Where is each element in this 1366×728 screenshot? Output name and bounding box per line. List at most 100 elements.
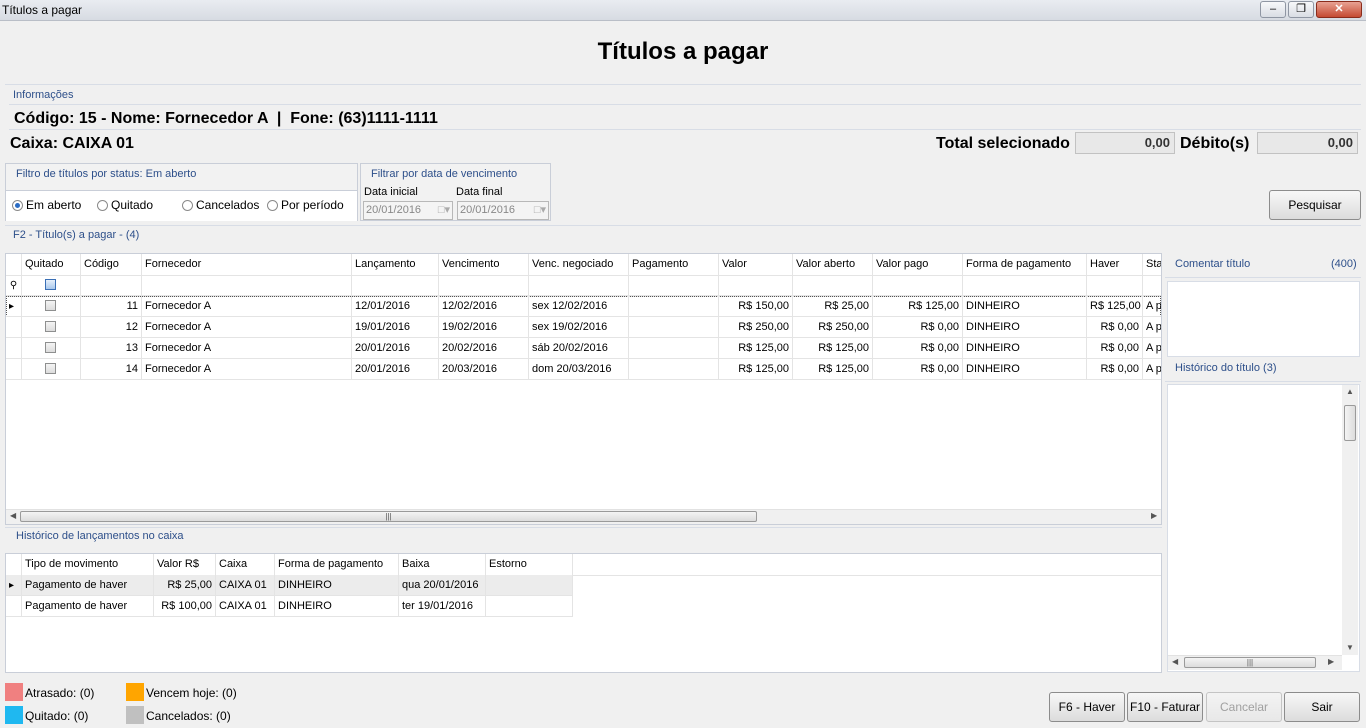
history-horizontal-scrollbar[interactable]: ◀ ||| ▶ [1168,655,1342,670]
radio-quitado[interactable]: Quitado [97,197,153,213]
radio-por-periodo[interactable]: Por período [267,197,344,213]
col-status[interactable]: Sta [1143,254,1161,275]
filter-fornecedor-cell[interactable] [142,275,352,296]
col-valor-pago[interactable]: Valor pago [873,254,963,275]
close-button[interactable]: ✕ [1316,1,1362,18]
scroll-up-icon[interactable]: ▲ [1346,387,1354,396]
minimize-icon: – [1269,3,1277,15]
tipo-movimento-cell: Pagamento de haver [22,596,154,617]
col-valor-rs[interactable]: Valor R$ [154,554,216,575]
pagamento-cell [629,359,719,380]
haver-button[interactable]: F6 - Haver [1049,692,1125,722]
scroll-left-icon[interactable]: ◀ [1172,657,1178,666]
col-quitado[interactable]: Quitado [22,254,81,275]
history-vertical-scrollbar[interactable]: ▲ ▼ [1342,385,1358,655]
filter-status-cell[interactable] [1143,275,1161,296]
scroll-thumb[interactable]: ||| [1184,657,1316,668]
lancamento-cell: 19/01/2016 [352,317,439,338]
col-caixa[interactable]: Caixa [216,554,275,575]
quitado-checkbox[interactable] [45,363,56,374]
cancelled-color-swatch [126,706,144,724]
filter-checkbox[interactable] [45,279,56,290]
titles-grid-header: Quitado Código Fornecedor Lançamento Ven… [6,254,1161,276]
filter-valor-pago-cell[interactable] [873,275,963,296]
status-options: Em aberto Quitado Cancelados Por período [6,190,357,221]
filter-forma-cell[interactable] [963,275,1087,296]
titles-horizontal-scrollbar[interactable]: ◀ ||| ▶ [6,509,1161,524]
col-valor-aberto[interactable]: Valor aberto [793,254,873,275]
col-fornecedor[interactable]: Fornecedor [142,254,352,275]
start-date-value: 20/01/2016 [366,204,422,216]
col-tipo-movimento[interactable]: Tipo de movimento [22,554,154,575]
quitado-cell [22,317,81,338]
filter-lancamento-cell[interactable] [352,275,439,296]
forma-pagamento-cell: DINHEIRO [963,338,1087,359]
codigo-cell: 11 [81,296,142,317]
history-header: Histórico do título (3) [1165,357,1361,382]
search-button[interactable]: Pesquisar [1269,190,1361,220]
filter-pagamento-cell[interactable] [629,275,719,296]
venc-negociado-cell: sex 19/02/2016 [529,317,629,338]
baixa-cell: ter 19/01/2016 [399,596,486,617]
vertical-scroll-thumb[interactable] [1344,405,1356,441]
start-date-input[interactable]: 20/01/2016 □▾ [363,201,453,220]
col-vencimento[interactable]: Vencimento [439,254,529,275]
filter-valor-aberto-cell[interactable] [793,275,873,296]
comment-textarea[interactable] [1167,281,1360,357]
col-lancamento[interactable]: Lançamento [352,254,439,275]
cash-grid-header: Tipo de movimento Valor R$ Caixa Forma d… [6,554,1161,576]
row-indicator [6,596,22,617]
radio-em-aberto[interactable]: Em aberto [12,197,81,213]
col-pagamento[interactable]: Pagamento [629,254,719,275]
titles-grid: Quitado Código Fornecedor Lançamento Ven… [5,253,1162,525]
valor-pago-cell: R$ 0,00 [873,338,963,359]
radio-cancelados[interactable]: Cancelados [182,197,259,213]
info-divider-3 [9,129,1361,130]
filter-codigo-cell[interactable] [81,275,142,296]
total-selected-field: 0,00 [1075,132,1175,154]
end-date-input[interactable]: 20/01/2016 □▾ [457,201,549,220]
supplier-info-line: Código: 15 - Nome: Fornecedor A | Fone: … [14,110,438,127]
quitado-checkbox[interactable] [45,321,56,332]
titles-group-label: F2 - Título(s) a pagar - (4) [13,229,140,241]
filter-haver-cell[interactable] [1087,275,1143,296]
row-indicator-header [6,254,22,275]
scroll-right-icon[interactable]: ▶ [1151,511,1157,520]
col-baixa[interactable]: Baixa [399,554,486,575]
radio-selected-icon [12,199,23,211]
haver-cell: R$ 125,00 [1087,296,1143,317]
table-row[interactable]: ▸ Pagamento de haver R$ 25,00 CAIXA 01 DINHE… [6,575,573,596]
maximize-button[interactable]: ❐ [1288,1,1314,18]
table-row[interactable]: ▸ 11 Fornecedor A 12/01/2016 12/02/2016 sex 1… [6,296,1161,317]
filter-quitado-cell[interactable] [22,275,81,296]
scroll-thumb[interactable]: ||| [20,511,757,522]
filter-venc-negociado-cell[interactable] [529,275,629,296]
valor-aberto-cell: R$ 250,00 [793,317,873,338]
calendar-dropdown-icon[interactable]: □▾ [438,202,450,219]
faturar-button[interactable]: F10 - Faturar [1127,692,1203,722]
quitado-checkbox[interactable] [45,342,56,353]
col-venc-negociado[interactable]: Venc. negociado [529,254,629,275]
filter-vencimento-cell[interactable] [439,275,529,296]
scroll-down-icon[interactable]: ▼ [1346,643,1354,652]
quitado-checkbox[interactable] [45,300,56,311]
col-codigo[interactable]: Código [81,254,142,275]
minimize-button[interactable]: – [1260,1,1286,18]
col-forma-pagamento[interactable]: Forma de pagamento [275,554,399,575]
col-valor[interactable]: Valor [719,254,793,275]
filter-valor-cell[interactable] [719,275,793,296]
col-estorno[interactable]: Estorno [486,554,573,575]
exit-button[interactable]: Sair [1284,692,1360,722]
calendar-dropdown-icon[interactable]: □▾ [534,202,546,219]
table-row[interactable]: Pagamento de haver R$ 100,00 CAIXA 01 DINHE… [6,596,573,617]
haver-cell: R$ 0,00 [1087,359,1143,380]
scroll-right-icon[interactable]: ▶ [1328,657,1334,666]
cancel-button[interactable]: Cancelar [1206,692,1282,722]
table-row[interactable]: 13 Fornecedor A 20/01/2016 20/02/2016 sáb 20… [6,338,1161,359]
baixa-cell: qua 20/01/2016 [399,575,486,596]
table-row[interactable]: 12 Fornecedor A 19/01/2016 19/02/2016 sex 19… [6,317,1161,338]
col-forma-pagamento[interactable]: Forma de pagamento [963,254,1087,275]
table-row[interactable]: 14 Fornecedor A 20/01/2016 20/03/2016 dom 20… [6,359,1161,380]
col-haver[interactable]: Haver [1087,254,1143,275]
scroll-left-icon[interactable]: ◀ [10,511,16,520]
